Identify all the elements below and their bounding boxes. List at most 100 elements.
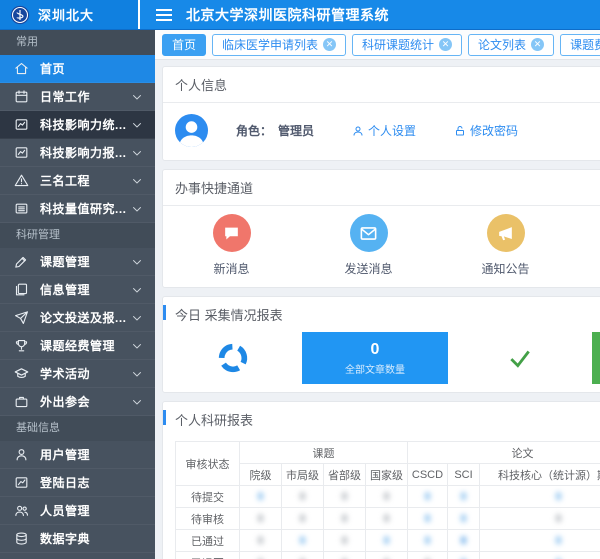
tab[interactable]: 论文列表✕	[468, 34, 554, 56]
log-chart-icon	[14, 475, 30, 491]
tab[interactable]: 首页	[162, 34, 206, 56]
close-icon[interactable]: ✕	[531, 38, 544, 51]
sidebar-item[interactable]: 科室管理	[0, 553, 155, 559]
col-group-header: 论文	[408, 442, 600, 464]
table-cell-redacted: 0	[480, 486, 600, 508]
sidebar-item[interactable]: 数据字典	[0, 525, 155, 553]
table-cell-redacted: 0	[282, 530, 324, 552]
research-report-table: 审核状态课题论文院级市局级省部级国家级CSCDSCI科技核心（统计源）期刊待提交…	[175, 441, 600, 559]
table-cell-redacted: 0	[324, 552, 366, 559]
role-value: 管理员	[278, 124, 314, 138]
table-row: 待提交0000000	[176, 486, 600, 508]
sidebar-item[interactable]: 用户管理	[0, 441, 155, 469]
personal-settings-link[interactable]: 个人设置	[352, 122, 416, 139]
col-header: 国家级	[366, 464, 408, 486]
profile-panel: 个人信息 角色：管理员 个人设置 修改密码	[162, 66, 600, 161]
status-ok-box	[448, 332, 592, 384]
sidebar-item[interactable]: 科技量值研究...	[0, 195, 155, 223]
row-status-label: 待提交	[176, 486, 240, 508]
sidebar-item-label: 科技影响力统...	[40, 116, 131, 133]
sidebar-item-label: 日常工作	[40, 88, 131, 105]
sidebar-item[interactable]: 外出参会	[0, 388, 155, 416]
chevron-down-icon	[131, 91, 143, 103]
chart-icon	[14, 117, 30, 133]
home-icon	[14, 61, 30, 77]
research-report-title: 个人科研报表	[163, 402, 600, 437]
col-header: 院级	[240, 464, 282, 486]
chevron-down-icon	[131, 147, 143, 159]
sidebar-item[interactable]: 课题管理	[0, 248, 155, 276]
col-header-status: 审核状态	[176, 442, 240, 486]
sidebar-item[interactable]: 日常工作	[0, 83, 155, 111]
table-cell-redacted: 0	[480, 552, 600, 559]
sidebar-item[interactable]: 学术活动	[0, 360, 155, 388]
table-cell-redacted: 0	[366, 508, 408, 530]
sidebar-item-label: 科技量值研究...	[40, 200, 131, 217]
app-window: 深圳北大 北京大学深圳医院科研管理系统 常用首页日常工作科技影响力统...科技影…	[0, 0, 600, 559]
sidebar-item[interactable]: 登陆日志	[0, 469, 155, 497]
quick-link-label: 通知公告	[481, 260, 529, 277]
chat-icon	[213, 214, 251, 252]
sidebar-item-label: 学术活动	[40, 365, 131, 382]
table-cell-redacted: 0	[366, 552, 408, 559]
today-report-title: 今日 采集情况报表	[163, 297, 600, 332]
sidebar-item-label: 登陆日志	[40, 474, 155, 491]
table-cell-redacted: 0	[240, 486, 282, 508]
tab[interactable]: 科研课题统计✕	[352, 34, 462, 56]
sidebar-item-label: 科技影响力报...	[40, 144, 131, 161]
green-stat-box-cropped	[592, 332, 600, 384]
sidebar-item[interactable]: 课题经费管理	[0, 332, 155, 360]
sidebar-item[interactable]: 科技影响力报...	[0, 139, 155, 167]
menu-toggle-button[interactable]	[140, 0, 186, 29]
row-status-label: 已退回	[176, 552, 240, 559]
table-cell-redacted: 0	[282, 508, 324, 530]
table-cell-redacted: 0	[448, 486, 480, 508]
chevron-down-icon	[131, 340, 143, 352]
tab[interactable]: 临床医学申请列表✕	[212, 34, 346, 56]
table-row: 待审核0000000	[176, 508, 600, 530]
megaphone-icon	[487, 214, 525, 252]
sidebar-item[interactable]: 论文投送及报...	[0, 304, 155, 332]
sidebar-item[interactable]: 科技影响力统...	[0, 111, 155, 139]
table-cell-redacted: 0	[324, 486, 366, 508]
research-report-panel: 个人科研报表 审核状态课题论文院级市局级省部级国家级CSCDSCI科技核心（统计…	[162, 401, 600, 559]
sidebar-item-label: 课题管理	[40, 253, 131, 270]
sidebar-item[interactable]: 三名工程	[0, 167, 155, 195]
quick-link[interactable]: 通知公告	[437, 214, 574, 277]
quick-link[interactable]: 新消息	[163, 214, 300, 277]
quick-channel-title: 办事快捷通道	[163, 170, 600, 206]
total-articles-value: 0	[371, 341, 380, 359]
database-icon	[14, 531, 30, 547]
close-icon[interactable]: ✕	[323, 38, 336, 51]
edit-icon	[14, 254, 30, 270]
check-icon	[507, 345, 533, 371]
table-cell-redacted: 0	[240, 508, 282, 530]
table-cell-redacted: 0	[366, 486, 408, 508]
row-status-label: 已通过	[176, 530, 240, 552]
avatar[interactable]	[175, 114, 208, 147]
user-icon	[14, 447, 30, 463]
total-articles-label: 全部文章数量	[345, 361, 405, 376]
top-header: 深圳北大 北京大学深圳医院科研管理系统	[0, 0, 600, 30]
sidebar: 常用首页日常工作科技影响力统...科技影响力报...三名工程科技量值研究...科…	[0, 30, 155, 559]
today-report-boxes: 0 全部文章数量	[163, 332, 600, 384]
sidebar-item-label: 人员管理	[40, 502, 155, 519]
table-row: 已通过0000000	[176, 530, 600, 552]
trophy-icon	[14, 338, 30, 354]
sidebar-item[interactable]: 人员管理	[0, 497, 155, 525]
table-cell-redacted: 0	[408, 552, 448, 559]
quick-link[interactable]: 发送消息	[300, 214, 437, 277]
quick-channel-panel: 办事快捷通道 新消息 发送消息通知公告	[162, 169, 600, 288]
sidebar-item[interactable]: 首页	[0, 55, 155, 83]
table-cell-redacted: 0	[448, 530, 480, 552]
hospital-logo-icon	[10, 5, 30, 25]
chart-icon	[14, 145, 30, 161]
mail-icon	[350, 214, 388, 252]
list-icon	[14, 201, 30, 217]
quick-link-label: 新消息	[213, 260, 249, 277]
today-report-panel: 今日 采集情况报表 0 全部文章数量	[162, 296, 600, 393]
sidebar-item[interactable]: 信息管理	[0, 276, 155, 304]
tab[interactable]: 课题费用报表✕	[560, 34, 600, 56]
change-password-link[interactable]: 修改密码	[454, 122, 518, 139]
close-icon[interactable]: ✕	[439, 38, 452, 51]
